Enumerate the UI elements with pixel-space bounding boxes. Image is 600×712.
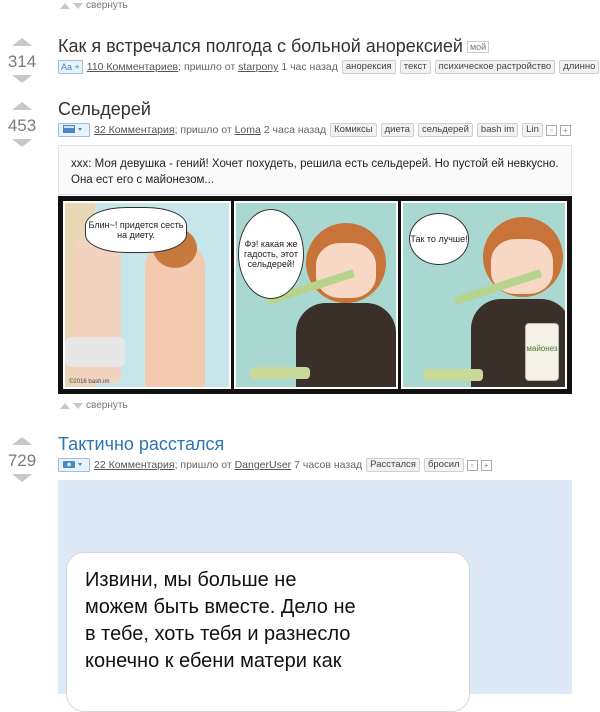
tag[interactable]: длинно — [559, 60, 600, 74]
came-from-label: ; пришло от — [174, 124, 232, 136]
tag[interactable]: сельдерей — [417, 123, 473, 137]
my-post-marker: мой — [466, 41, 490, 54]
comic-copyright: ©2016 bash.im — [69, 379, 110, 385]
sink — [65, 337, 125, 367]
upvote-button-2[interactable] — [12, 102, 32, 110]
collapse-down-icon — [73, 2, 83, 9]
collapse-label: свернуть — [86, 0, 128, 11]
message-line: Извини, мы больше не — [85, 569, 297, 591]
girl-shirt — [296, 303, 396, 387]
collapse-down-icon — [73, 402, 83, 409]
post-score-1: 314 — [7, 52, 37, 71]
downvote-icon — [12, 474, 32, 482]
author-link[interactable]: starpony — [238, 61, 278, 73]
comic-post-badge[interactable] — [58, 123, 90, 137]
upvote-button-1[interactable] — [12, 38, 32, 46]
post-quote: xxx: Моя девушка - гений! Хочет похудеть… — [58, 145, 572, 195]
tag[interactable]: текст — [399, 60, 431, 74]
post-title-1[interactable]: Как я встречался полгода с больной аноре… — [58, 36, 490, 57]
post-time: 2 часа назад — [263, 124, 327, 136]
expand-plus-icon[interactable]: + — [559, 124, 571, 136]
speech-bubble-1: Блин~! придется сесть на диету. — [85, 207, 187, 253]
collapse-link-2[interactable]: свернуть — [60, 400, 128, 411]
camera-icon — [63, 461, 82, 468]
downvote-icon — [12, 139, 32, 147]
post-score-3: 729 — [7, 451, 37, 470]
author-link[interactable]: Loma — [235, 124, 261, 136]
image-post-badge[interactable] — [58, 458, 90, 472]
collapse-up-icon — [60, 2, 70, 9]
downvote-button-1[interactable] — [12, 75, 32, 83]
post-title-2[interactable]: Сельдерей — [58, 99, 151, 120]
collapse-link-top[interactable]: свернуть — [60, 0, 128, 11]
image-post-icon — [63, 125, 82, 133]
post-time: 1 час назад — [281, 61, 338, 73]
post-title-text[interactable]: Как я встречался полгода с больной аноре… — [58, 36, 463, 56]
collapse-up-icon — [60, 402, 70, 409]
tag[interactable]: Комиксы — [330, 123, 377, 137]
tag[interactable]: Расстался — [366, 458, 420, 472]
message-line: можем быть вместе. Дело не — [85, 596, 356, 618]
tag[interactable]: Lin — [522, 123, 543, 137]
tag[interactable]: бросил — [423, 458, 464, 472]
speech-bubble-2: Фэ! какая же гадость, этот сельдерей! — [238, 209, 304, 299]
upvote-button-3[interactable] — [12, 437, 32, 445]
collapse-label: свернуть — [86, 400, 128, 411]
mayonnaise-jar: майонез — [525, 323, 559, 381]
comic-image[interactable]: Блин~! придется сесть на диету. ©2016 ba… — [58, 196, 572, 394]
comments-link[interactable]: 32 Комментария — [94, 124, 175, 136]
downvote-button-2[interactable] — [12, 139, 32, 147]
text-post-badge[interactable]: Aa + — [58, 60, 83, 74]
save-icon[interactable]: ▫ — [466, 459, 478, 471]
came-from-label: ; пришло от — [174, 459, 232, 471]
comments-link[interactable]: 110 Комментариев — [87, 61, 178, 73]
comic-panel-2: Фэ! какая же гадость, этот сельдерей! — [234, 201, 398, 389]
expand-plus-icon[interactable]: + — [480, 459, 492, 471]
upvote-icon — [12, 102, 32, 110]
speech-bubble-3: Так то лучше! — [409, 213, 469, 265]
comments-link[interactable]: 22 Комментария — [94, 459, 175, 471]
tag[interactable]: психическое растройство — [434, 60, 556, 74]
save-icon[interactable]: ▫ — [545, 124, 557, 136]
post-meta-1: Aa + 110 Комментариев ; пришло от starpo… — [58, 60, 600, 74]
author-link[interactable]: DangerUser — [235, 459, 292, 471]
post-time: 7 часов назад — [294, 459, 363, 471]
celery-bunch — [250, 367, 310, 379]
comic-panel-1: Блин~! придется сесть на диету. ©2016 ba… — [63, 201, 231, 389]
upvote-icon — [12, 437, 32, 445]
post-score-2: 453 — [7, 116, 37, 135]
downvote-icon — [12, 75, 32, 83]
message-line: в тебе, хоть тебя и разнесло — [85, 623, 351, 645]
comic-panel-3: Так то лучше! майонез — [401, 201, 567, 389]
post-meta-3: 22 Комментария ; пришло от DangerUser 7 … — [58, 458, 492, 472]
post-meta-2: 32 Комментария ; пришло от Loma 2 часа н… — [58, 123, 571, 137]
message-bubble: Извини, мы больше не можем быть вместе. … — [66, 552, 470, 712]
tag[interactable]: анорексия — [341, 60, 396, 74]
tag[interactable]: bash im — [476, 123, 519, 137]
message-screenshot[interactable]: Извини, мы больше не можем быть вместе. … — [58, 480, 572, 712]
upvote-icon — [12, 38, 32, 46]
celery-bunch — [423, 369, 483, 381]
message-line: конечно к ебени матери как — [85, 650, 342, 672]
post-title-3[interactable]: Тактично расстался — [58, 434, 224, 455]
came-from-label: ; пришло от — [178, 61, 236, 73]
tag[interactable]: диета — [380, 123, 414, 137]
downvote-button-3[interactable] — [12, 474, 32, 482]
